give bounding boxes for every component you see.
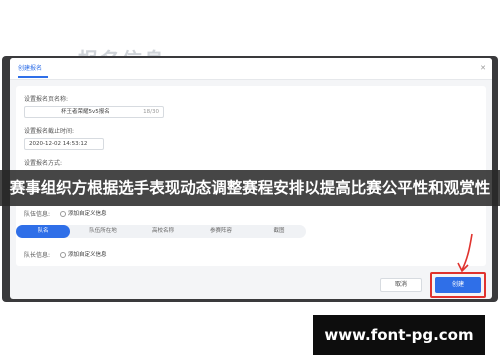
team-info-label: 队伍信息: (24, 211, 51, 218)
name-char-counter: 18/30 (143, 109, 159, 115)
add-captain-custom-info[interactable]: 添加自定义信息 (60, 250, 107, 258)
name-input-value: 杯王者荣耀5v5报名 (61, 109, 110, 115)
dialog-tabbar: 创建报名 ✕ (10, 58, 492, 80)
segment-team-name[interactable]: 队名 (16, 225, 70, 238)
deadline-input-value: 2020-12-02 14:53:12 (29, 141, 88, 147)
screenshot-stage: 报名信息 创建报名 ✕ 设置报名页名称: 杯王者荣耀5v5报名 18/30 设置… (0, 0, 500, 362)
registration-mode-label: 设置报名方式: (24, 160, 63, 167)
red-arrow-annotation (457, 233, 473, 273)
segment-school-name[interactable]: 高校名称 (136, 225, 190, 238)
tab-create-registration[interactable]: 创建报名 (18, 63, 42, 72)
name-label: 设置报名页名称: (24, 96, 69, 103)
segment-team-location[interactable]: 队伍所在地 (74, 225, 132, 238)
team-field-segments: 队名 队伍所在地 高校名称 参赛阵容 截图 (16, 225, 306, 238)
add-circle-icon (60, 251, 66, 258)
captain-info-label: 队长信息: (24, 252, 51, 259)
tab-active-underline (18, 76, 48, 78)
add-circle-icon (60, 210, 66, 217)
watermark: www.font-pg.com (313, 315, 485, 355)
add-captain-custom-info-label: 添加自定义信息 (68, 252, 107, 258)
name-input[interactable]: 杯王者荣耀5v5报名 18/30 (24, 106, 164, 118)
segment-screenshot[interactable]: 截图 (252, 225, 306, 238)
add-team-custom-info-label: 添加自定义信息 (68, 211, 107, 217)
create-button[interactable]: 创建 (435, 277, 481, 293)
cancel-button[interactable]: 取消 (380, 278, 422, 292)
overlay-banner: 赛事组织方根据选手表现动态调整赛程安排以提高比赛公平性和观赏性 (0, 170, 500, 206)
close-icon[interactable]: ✕ (480, 64, 486, 72)
deadline-label: 设置报名截止时间: (24, 128, 75, 135)
banner-title: 赛事组织方根据选手表现动态调整赛程安排以提高比赛公平性和观赏性 (9, 179, 491, 197)
add-team-custom-info[interactable]: 添加自定义信息 (60, 209, 107, 217)
deadline-input[interactable]: 2020-12-02 14:53:12 (24, 138, 104, 150)
segment-lineup[interactable]: 参赛阵容 (194, 225, 248, 238)
watermark-text: www.font-pg.com (324, 326, 474, 344)
